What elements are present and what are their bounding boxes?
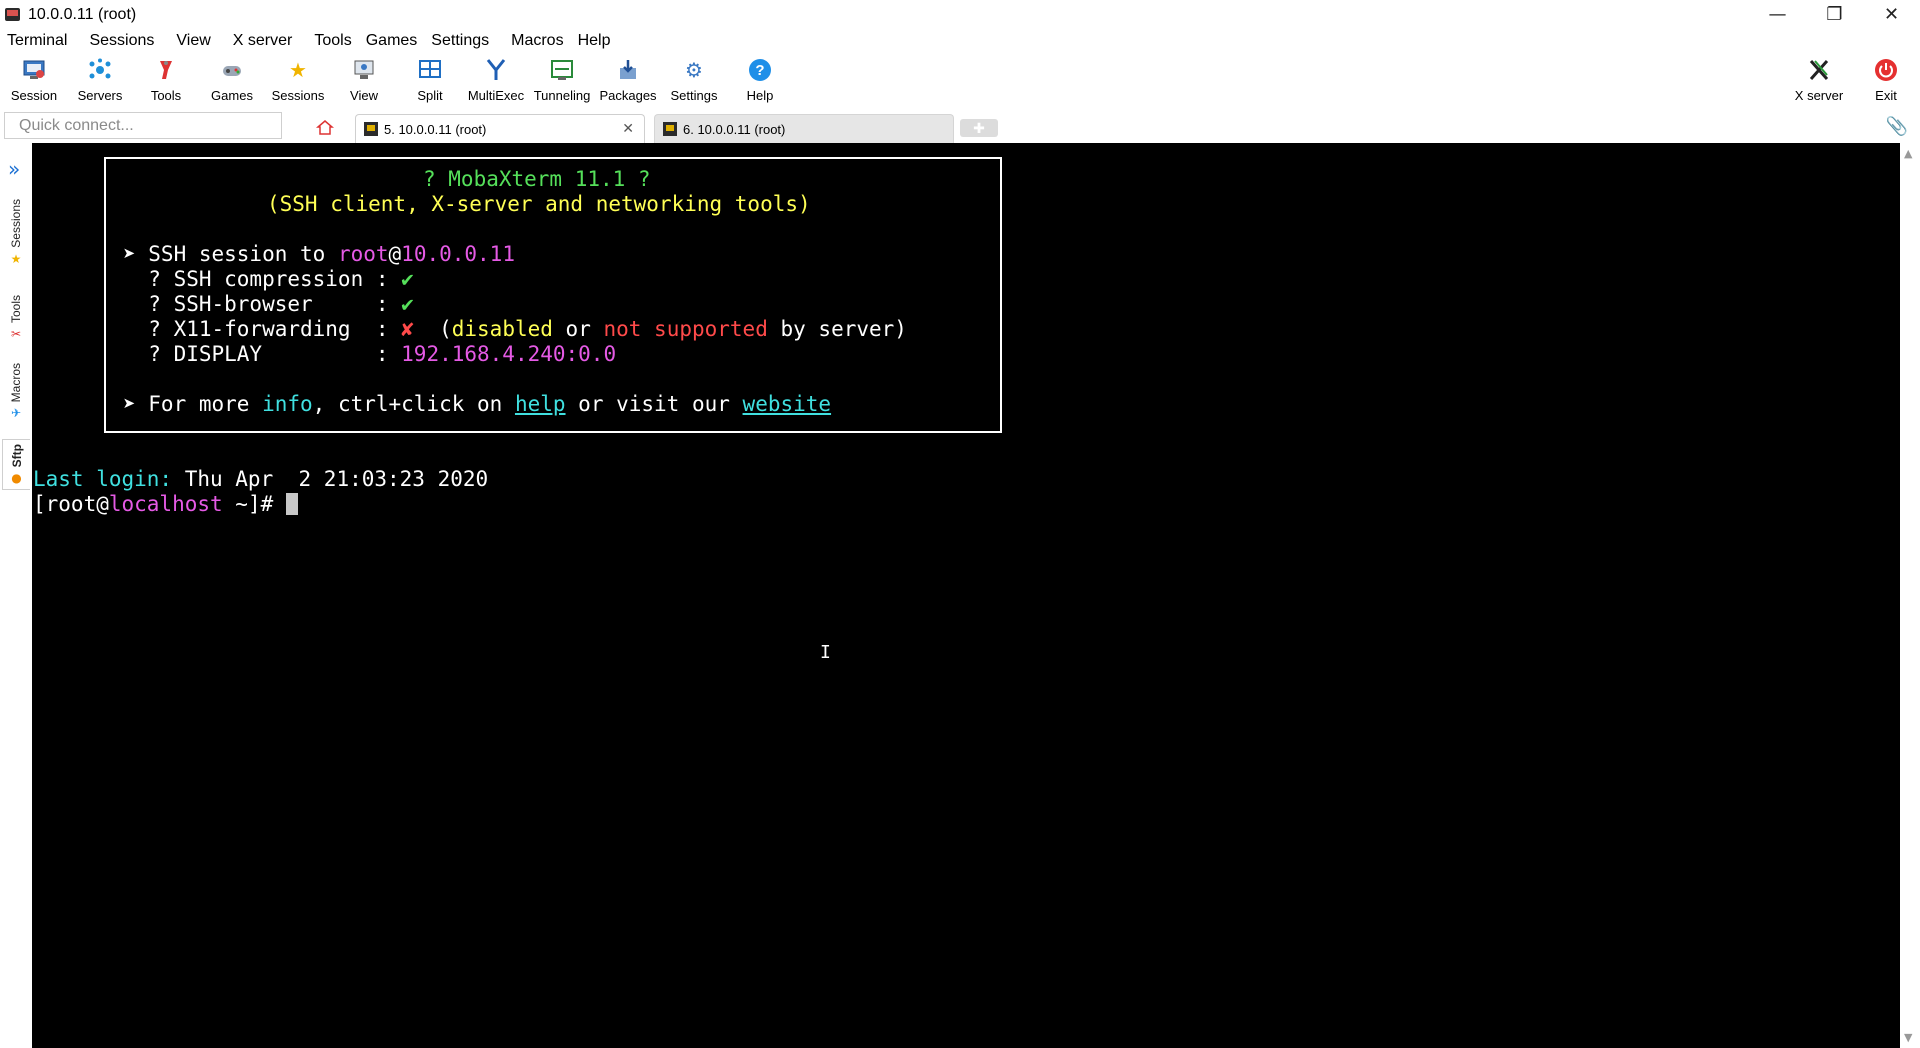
close-tab-icon[interactable]: ✕ (622, 120, 634, 137)
menu-macros[interactable]: Macros (511, 32, 563, 50)
macros-icon: ✈ (10, 406, 22, 421)
menu-xserver[interactable]: X server (233, 32, 293, 50)
tab-session-6[interactable]: 6. 10.0.0.11 (root) (654, 114, 954, 143)
attachment-icon[interactable]: 📎 (1886, 116, 1908, 137)
toolbar-sessions-button[interactable]: ★ Sessions (265, 57, 331, 107)
website-link[interactable]: website (743, 392, 832, 416)
toolbar-split-button[interactable]: Split (397, 57, 463, 107)
view-icon (351, 57, 377, 83)
toolbar: Session Servers Tools Games ★ Sessions V… (0, 53, 1920, 109)
session-icon (21, 57, 47, 83)
mobaxterm-app-icon (4, 6, 22, 24)
side-tab-sftp[interactable]: Sftp ● (2, 439, 30, 491)
ssh-compression-line: ? SSH compression : ✔ (123, 267, 414, 291)
display-line: ? DISPLAY : 192.168.4.240:0.0 (123, 342, 617, 366)
banner-subtitle: (SSH client, X-server and networking too… (267, 192, 811, 216)
menu-sessions[interactable]: Sessions (89, 32, 154, 50)
help-icon: ? (747, 57, 773, 83)
minimize-button[interactable]: — (1749, 0, 1806, 29)
side-tab-sessions[interactable]: Sessions ★ (2, 199, 30, 266)
close-button[interactable]: ✕ (1863, 0, 1920, 29)
toolbar-settings-button[interactable]: ⚙ Settings (661, 57, 727, 107)
quick-connect-input[interactable] (4, 112, 282, 139)
window-title: 10.0.0.11 (root) (28, 5, 137, 23)
expand-sidebar-icon[interactable]: » (8, 157, 20, 181)
tab-label: 6. 10.0.0.11 (root) (683, 121, 786, 137)
home-icon (315, 119, 335, 139)
games-icon (219, 57, 245, 83)
tunneling-icon (549, 57, 575, 83)
menu-games[interactable]: Games (366, 32, 418, 50)
shell-prompt: [root@localhost ~]# (33, 492, 298, 517)
toolbar-tunneling-button[interactable]: Tunneling (529, 57, 595, 107)
ssh-browser-line: ? SSH-browser : ✔ (123, 292, 414, 316)
scroll-down-icon[interactable]: ▼ (1904, 1031, 1912, 1044)
toolbar-multiexec-button[interactable]: MultiExec (463, 57, 529, 107)
tools-icon: ✂ (10, 327, 22, 342)
text-cursor-icon: I (820, 642, 831, 663)
svg-text:?: ? (755, 62, 764, 79)
star-icon: ★ (10, 251, 22, 266)
last-login-line: Last login: Thu Apr 2 21:03:23 2020 (33, 467, 489, 491)
toolbar-exit-button[interactable]: Exit (1853, 57, 1919, 107)
toolbar-games-button[interactable]: Games (199, 57, 265, 107)
side-panel: » Sessions ★ Tools ✂ Macros ✈ Sftp ● (0, 143, 32, 1048)
home-tab[interactable] (300, 117, 350, 141)
x11-forwarding-line: ? X11-forwarding : ✘ (disabled or not su… (123, 317, 907, 341)
xserver-icon (1806, 57, 1832, 83)
menu-help[interactable]: Help (578, 32, 611, 50)
toolbar-session-button[interactable]: Session (1, 57, 67, 107)
side-tab-macros[interactable]: Macros ✈ (2, 363, 30, 420)
title-bar: 10.0.0.11 (root) — ❐ ✕ (0, 0, 1920, 29)
banner-title: ? MobaXterm 11.1 ? (423, 167, 651, 191)
packages-icon (615, 57, 641, 83)
help-link[interactable]: help (515, 392, 566, 416)
tools-icon (153, 57, 179, 83)
ssh-session-line: ➤ SSH session to root@10.0.0.11 (123, 242, 515, 266)
menu-settings[interactable]: Settings (431, 32, 489, 50)
sftp-icon: ● (11, 471, 22, 486)
toolbar-help-button[interactable]: ? Help (727, 57, 793, 107)
toolbar-view-button[interactable]: View (331, 57, 397, 107)
more-info-line: ➤ For more info, ctrl+click on help or v… (123, 392, 832, 416)
menu-tools[interactable]: Tools (314, 32, 351, 50)
multiexec-icon (483, 57, 509, 83)
menu-terminal[interactable]: Terminal (7, 32, 67, 50)
tab-session-5[interactable]: 5. 10.0.0.11 (root) ✕ (355, 114, 645, 143)
window-controls: — ❐ ✕ (1749, 0, 1920, 29)
toolbar-servers-button[interactable]: Servers (67, 57, 133, 107)
split-icon (417, 57, 443, 83)
menu-bar: Terminal Sessions View X server Tools Ga… (0, 29, 1920, 53)
tab-label: 5. 10.0.0.11 (root) (384, 121, 487, 137)
restore-button[interactable]: ❐ (1806, 0, 1863, 29)
toolbar-packages-button[interactable]: Packages (595, 57, 661, 107)
power-icon (1873, 57, 1899, 83)
terminal-tab-icon (663, 122, 677, 136)
menu-view[interactable]: View (176, 32, 210, 50)
servers-icon (87, 57, 113, 83)
side-tab-tools[interactable]: Tools ✂ (2, 295, 30, 341)
scroll-up-icon[interactable]: ▲ (1904, 147, 1912, 160)
plus-icon: ✚ (973, 119, 985, 136)
terminal-tab-icon (364, 122, 378, 136)
terminal-scrollbar[interactable]: ▲ ▼ (1900, 143, 1920, 1048)
toolbar-tools-button[interactable]: Tools (133, 57, 199, 107)
settings-icon: ⚙ (685, 58, 703, 82)
terminal-area[interactable]: ? MobaXterm 11.1 ? (SSH client, X-server… (32, 143, 1900, 1048)
star-icon: ★ (289, 58, 307, 82)
tab-row: 5. 10.0.0.11 (root) ✕ 6. 10.0.0.11 (root… (0, 109, 1920, 143)
new-tab-button[interactable]: ✚ (960, 119, 998, 137)
toolbar-xserver-button[interactable]: X server (1786, 57, 1852, 107)
terminal-cursor (285, 493, 298, 515)
